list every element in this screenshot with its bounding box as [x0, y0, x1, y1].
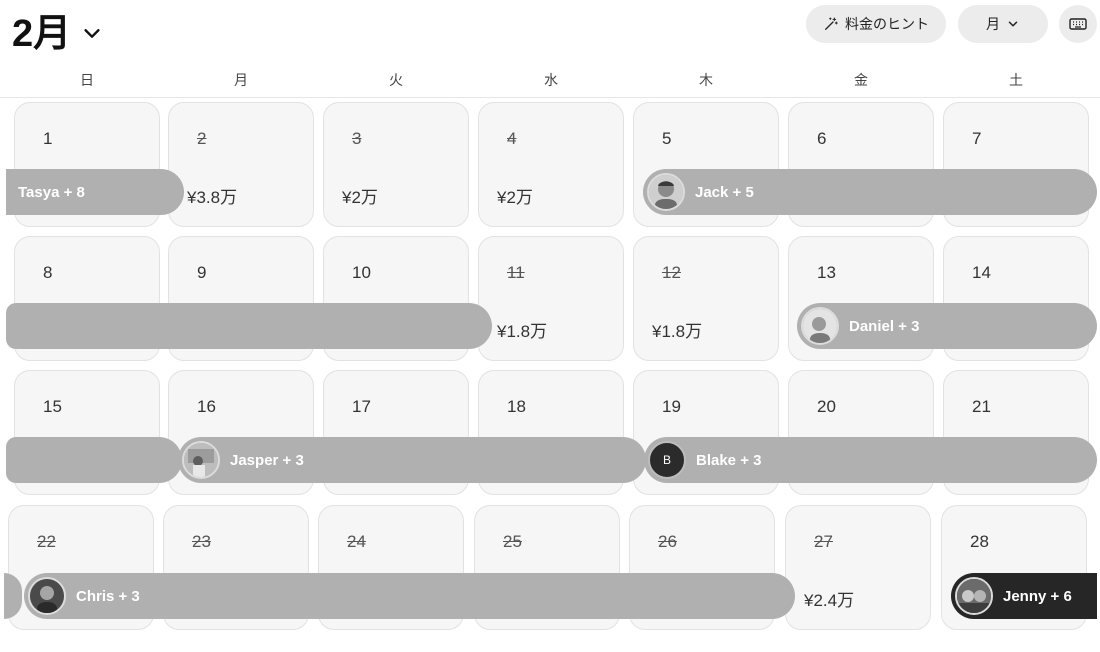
keyboard-shortcuts-button[interactable] [1059, 5, 1097, 43]
day-number: 26 [658, 532, 677, 551]
weekday-label: 金 [854, 72, 868, 88]
day-cell[interactable]: 4 ¥2万 [478, 102, 624, 227]
keyboard-icon [1069, 18, 1087, 30]
weekday-label: 土 [1009, 72, 1023, 88]
weekday-label: 日 [80, 72, 94, 88]
reservation-bar[interactable]: Jasper + 3 [178, 437, 646, 483]
guest-avatar [28, 577, 66, 615]
day-number: 22 [37, 532, 56, 551]
chevron-down-icon [1008, 21, 1018, 27]
guest-avatar [647, 173, 685, 211]
day-number: 3 [352, 129, 362, 148]
day-number: 11 [507, 263, 525, 282]
guest-photo-icon [957, 579, 991, 613]
reservation-label: Tasya + 8 [18, 183, 85, 201]
pricing-tips-button[interactable]: 料金のヒント [806, 5, 946, 43]
day-cell[interactable]: 2 ¥3.8万 [168, 102, 314, 227]
reservation-bar[interactable]: Chris + 3 [24, 573, 795, 619]
day-number: 14 [972, 263, 991, 282]
view-selector-label: 月 [986, 16, 1000, 32]
reservation-bar[interactable] [6, 303, 492, 349]
day-number: 25 [503, 532, 522, 551]
day-number: 17 [352, 397, 371, 416]
day-number: 21 [972, 397, 991, 416]
guest-photo-icon [803, 309, 837, 343]
day-number: 19 [662, 397, 681, 416]
reservation-bar[interactable]: B Blake + 3 [644, 437, 1097, 483]
reservation-bar[interactable] [6, 437, 182, 483]
day-number: 16 [197, 397, 216, 416]
month-selector[interactable]: 2月 [12, 2, 103, 57]
day-price: ¥2.4万 [804, 591, 855, 610]
month-title: 2月 [12, 13, 72, 55]
view-selector-button[interactable]: 月 [958, 5, 1048, 43]
magic-wand-icon [825, 17, 838, 30]
day-number: 10 [352, 263, 371, 282]
day-price: ¥2万 [342, 188, 378, 207]
reservation-label: Jenny + 6 [1003, 587, 1072, 605]
day-number: 23 [192, 532, 211, 551]
weekday-label: 木 [699, 72, 713, 88]
day-number: 20 [817, 397, 836, 416]
guest-avatar: B [648, 441, 686, 479]
chevron-down-icon [84, 28, 100, 38]
day-cell[interactable]: 11 ¥1.8万 [478, 236, 624, 361]
day-cell[interactable]: 12 ¥1.8万 [633, 236, 779, 361]
day-cell[interactable]: 27 ¥2.4万 [785, 505, 931, 630]
guest-avatar [955, 577, 993, 615]
guest-photo-icon [649, 175, 683, 209]
day-price: ¥2万 [497, 188, 533, 207]
day-number: 2 [197, 129, 207, 148]
pricing-tips-label: 料金のヒント [845, 16, 929, 32]
header-divider [0, 97, 1100, 98]
day-price: ¥1.8万 [652, 322, 703, 341]
reservation-label: Daniel + 3 [849, 317, 920, 335]
day-number: 8 [43, 263, 53, 282]
reservation-label: Jasper + 3 [230, 451, 304, 469]
reservation-bar[interactable]: Jenny + 6 [951, 573, 1097, 619]
day-number: 4 [507, 129, 517, 148]
day-number: 15 [43, 397, 62, 416]
day-number: 9 [197, 263, 207, 282]
day-price: ¥1.8万 [497, 322, 548, 341]
day-number: 13 [817, 263, 836, 282]
day-number: 5 [662, 129, 672, 148]
reservation-label: Blake + 3 [696, 451, 762, 469]
guest-photo-icon [184, 443, 218, 477]
day-number: 6 [817, 129, 827, 148]
reservation-label: Chris + 3 [76, 587, 140, 605]
day-number: 12 [662, 263, 681, 282]
weekday-header: 日 月 火 水 木 金 土 [0, 70, 1100, 96]
weekday-label: 月 [234, 72, 248, 88]
day-price: ¥3.8万 [187, 188, 238, 207]
weekday-label: 水 [544, 72, 558, 88]
day-number: 7 [972, 129, 982, 148]
day-number: 18 [507, 397, 526, 416]
reservation-bar[interactable]: Daniel + 3 [797, 303, 1097, 349]
guest-photo-icon [30, 579, 64, 613]
day-number: 28 [970, 532, 989, 551]
day-cell[interactable]: 3 ¥2万 [323, 102, 469, 227]
weekday-label: 火 [389, 72, 403, 88]
reservation-bar[interactable]: Jack + 5 [643, 169, 1097, 215]
day-number: 24 [347, 532, 366, 551]
reservation-bar[interactable]: Tasya + 8 [6, 169, 184, 215]
day-number: 27 [814, 532, 833, 551]
guest-avatar [182, 441, 220, 479]
guest-avatar [801, 307, 839, 345]
reservation-label: Jack + 5 [695, 183, 754, 201]
day-number: 1 [43, 129, 53, 148]
